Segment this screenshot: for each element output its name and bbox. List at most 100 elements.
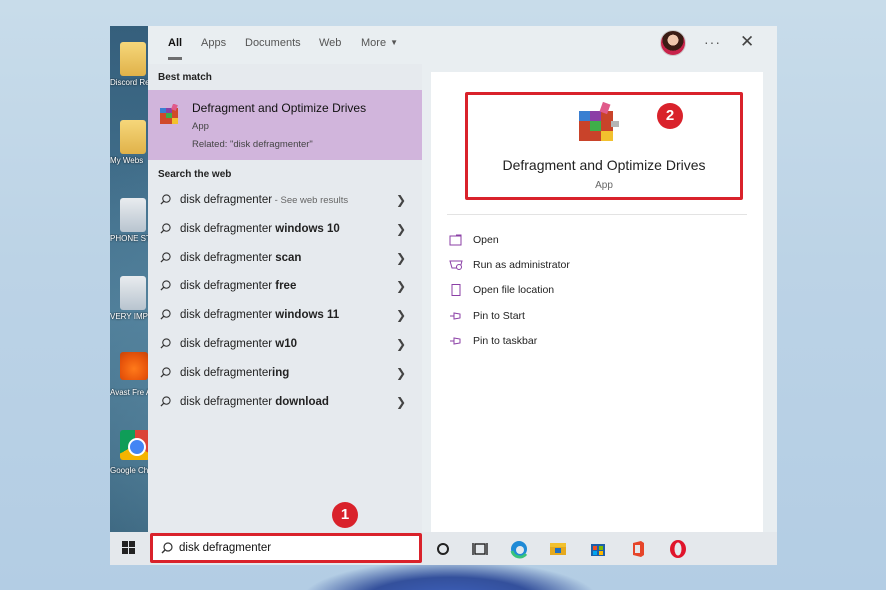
tab-more[interactable]: More ▼ (361, 36, 398, 56)
web-result-item[interactable]: disk defragmenter windows 10 ❯ (148, 216, 422, 244)
desktop-icon-label: Discord Resou (110, 78, 150, 87)
file-icon (451, 284, 461, 296)
action-label: Run as administrator (473, 259, 570, 271)
action-label: Pin to Start (473, 310, 525, 322)
search-icon (160, 223, 171, 234)
action-open-file-location[interactable]: Open file location (449, 282, 649, 302)
web-result-query: disk defragmenter (180, 366, 273, 379)
desktop-icon-label: My Webs (110, 156, 144, 165)
web-result-text: disk defragmentering (180, 367, 289, 379)
defrag-app-icon (160, 104, 178, 124)
web-result-suggestion: windows 11 (275, 309, 340, 322)
web-result-item[interactable]: disk defragmenter windows 11 ❯ (148, 302, 422, 330)
file-explorer-icon[interactable] (548, 539, 568, 559)
tab-apps[interactable]: Apps (201, 36, 226, 56)
web-result-text: disk defragmenter scan (180, 252, 301, 264)
opera-icon[interactable] (668, 539, 688, 559)
desktop-screen: Discord Resou My Webs PHONE STUF VERY IM… (110, 26, 777, 565)
web-result-item[interactable]: disk defragmenter download ❯ (148, 389, 422, 417)
search-icon (160, 309, 171, 320)
detail-header-callout[interactable]: Defragment and Optimize Drives App (465, 92, 743, 200)
action-label: Open file location (473, 284, 555, 296)
results-list: Best match Defragment and Optimize Drive… (148, 64, 422, 532)
search-icon (160, 395, 171, 407)
web-result-text: disk defragmenter - See web results (180, 194, 348, 206)
desktop-icon-my-webs[interactable]: My Webs (110, 120, 150, 188)
web-result-item[interactable]: disk defragmenter w10 ❯ (148, 331, 422, 359)
desktop-icon-very-important[interactable]: VERY IMPORT (110, 276, 150, 344)
detail-type: App (595, 180, 613, 191)
action-pin-to-start[interactable]: Pin to Start (449, 308, 649, 328)
edge-icon[interactable] (509, 539, 529, 559)
action-open[interactable]: Open (449, 232, 649, 252)
desktop-icon-label: Avast Fre Antivir (110, 388, 150, 397)
web-result-text: disk defragmenter windows 11 (180, 309, 339, 321)
search-tabs-bar: All Apps Documents Web More ▼ ··· ✕ (148, 26, 777, 64)
tab-all[interactable]: All (168, 36, 183, 60)
tab-label: Web (319, 37, 342, 49)
search-input[interactable] (179, 539, 409, 557)
chevron-right-icon: ❯ (396, 221, 407, 236)
best-match-related: Related: "disk defragmenter" (192, 139, 313, 150)
search-icon (160, 251, 171, 263)
desktop-icon-avast[interactable]: Avast Fre Antivir (110, 352, 150, 420)
pin-icon (450, 312, 461, 320)
more-options-icon[interactable]: ··· (704, 34, 721, 50)
office-icon[interactable] (628, 539, 648, 559)
task-view-icon[interactable] (470, 539, 490, 559)
desktop-icon-google-chrome[interactable]: Google Chrom (110, 430, 150, 498)
tab-label: Documents (245, 37, 301, 49)
web-result-suggestion: free (275, 280, 297, 293)
document-icon (120, 198, 146, 232)
search-icon (160, 367, 171, 378)
web-result-suggestion: scan (275, 251, 302, 264)
web-result-text: disk defragmenter windows 10 (180, 223, 340, 235)
web-result-item[interactable]: disk defragmentering ❯ (148, 360, 422, 388)
web-result-query: disk defragmenter (180, 280, 276, 293)
web-result-suggestion: ing (272, 366, 290, 379)
store-icon[interactable] (588, 539, 608, 559)
web-result-text: disk defragmenter free (180, 280, 296, 292)
chevron-right-icon: ❯ (396, 193, 407, 207)
chevron-right-icon: ❯ (396, 394, 407, 409)
search-icon (161, 542, 173, 554)
desktop-icon-label: Google Chrom (110, 466, 150, 475)
web-result-item[interactable]: disk defragmenter scan ❯ (148, 245, 422, 273)
best-match-title: Defragment and Optimize Drives (192, 101, 367, 115)
best-match-item[interactable]: Defragment and Optimize Drives App Relat… (148, 90, 422, 160)
web-result-query: disk defragmenter (180, 309, 276, 322)
chevron-right-icon: ❯ (396, 250, 407, 265)
tab-label: All (168, 37, 183, 49)
avatar[interactable] (660, 30, 686, 56)
taskbar-search-box[interactable] (150, 533, 422, 563)
chrome-icon (120, 430, 150, 460)
tab-documents[interactable]: Documents (245, 36, 301, 56)
folder-icon (120, 42, 146, 76)
web-result-item[interactable]: disk defragmenter free ❯ (148, 273, 422, 301)
action-label: Pin to taskbar (473, 335, 538, 347)
web-result-suggestion: windows 10 (275, 222, 340, 235)
web-result-hint: - See web results (272, 195, 349, 206)
desktop-icon-label: VERY IMPORT (110, 312, 150, 321)
windows-start-icon[interactable] (122, 541, 136, 555)
search-panel: All Apps Documents Web More ▼ ··· ✕ Best … (148, 26, 777, 532)
callout-badge-one: 1 (332, 502, 358, 528)
search-icon (160, 194, 171, 205)
web-result-text: disk defragmenter w10 (180, 338, 297, 350)
search-icon (160, 280, 171, 291)
web-result-suggestion: download (275, 395, 329, 408)
web-result-item[interactable]: disk defragmenter - See web results ❯ (148, 187, 422, 215)
open-icon (449, 234, 462, 246)
action-run-as-admin[interactable]: Run as administrator (449, 257, 649, 277)
action-pin-to-taskbar[interactable]: Pin to taskbar (449, 333, 649, 353)
defrag-app-icon (579, 101, 619, 141)
cortana-icon[interactable] (433, 539, 453, 559)
web-result-query: disk defragmenter (180, 222, 276, 235)
web-result-query: disk defragmenter (180, 251, 276, 264)
desktop-icon-discord-resources[interactable]: Discord Resou (110, 42, 150, 110)
desktop-icon-phone-stuff[interactable]: PHONE STUF (110, 198, 150, 266)
close-icon[interactable]: ✕ (740, 33, 754, 51)
shield-icon (449, 260, 463, 270)
search-web-header: Search the web (158, 169, 232, 180)
tab-web[interactable]: Web (319, 36, 341, 56)
